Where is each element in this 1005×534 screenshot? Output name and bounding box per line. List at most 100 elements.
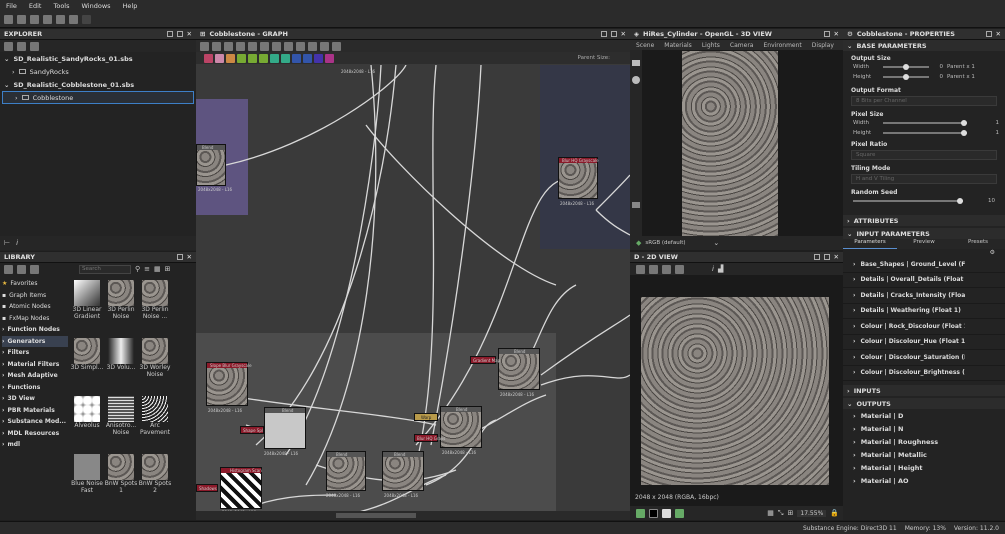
node-text-icon[interactable] [226,53,235,63]
node-shadows[interactable]: Shadows [196,484,218,492]
search-icon[interactable] [248,41,257,51]
pin-icon[interactable] [813,254,820,260]
save-package-icon[interactable] [30,42,39,51]
snap-icon[interactable] [332,41,341,51]
category-mesh-adaptive[interactable]: › Mesh Adaptive [2,370,68,382]
tab-parameters[interactable]: Parameters [843,239,897,249]
tiling-mode-select[interactable]: H and V Tiling [851,174,997,184]
thumb-3d-perlin-noise[interactable]: 3D Perlin Noise [104,280,138,338]
base-parameters-section[interactable]: ⌄ BASE PARAMETERS [843,40,1005,51]
param-weathering[interactable]: › Details | Weathering (Float 1) [843,304,1005,319]
node-blend-right[interactable] [382,451,424,491]
close-icon[interactable]: ✕ [187,253,192,261]
category-substance-mod[interactable]: › Substance Mod... [2,416,68,428]
lock-icon[interactable]: 🔒 [830,509,843,517]
param-rock-discolour[interactable]: › Colour | Rock_Discolour (Float 1) [843,319,1005,335]
pin-icon[interactable] [166,31,173,37]
tab-scene[interactable]: Scene [636,42,654,49]
new-graph-icon[interactable] [17,15,26,24]
menu-tools[interactable]: Tools [53,2,69,10]
settings-icon[interactable] [30,15,39,24]
node-blur-icon[interactable] [270,53,279,63]
node-blur-hq-grays[interactable]: Blur HQ Grays [414,434,445,442]
camera-icon[interactable] [224,41,233,51]
category-pbr-materials[interactable]: › PBR Materials [2,405,68,417]
thumb-3d-worley-noise[interactable]: 3D Worley Noise [138,338,172,396]
close-icon[interactable]: ✕ [834,253,839,261]
node-blend-mid[interactable] [264,407,306,449]
node-warp-icon[interactable] [281,53,290,63]
thumb-3d-simplex[interactable]: 3D Simpl... [70,338,104,396]
channels-icon[interactable] [636,508,645,518]
close-icon[interactable]: ✕ [834,30,839,38]
tab-lights[interactable]: Lights [702,42,720,49]
output-material-n[interactable]: › Material | N [843,422,1005,435]
category-fxmap-nodes[interactable]: ▪ FxMap Nodes [2,313,68,325]
category-3d-view[interactable]: › 3D View [2,393,68,405]
new-icon[interactable] [4,15,13,24]
category-atomic-nodes[interactable]: ▪ Atomic Nodes [2,301,68,313]
pixel-ratio-select[interactable]: Square [851,150,997,160]
node-slope-blur[interactable] [206,362,248,406]
output-height-slider[interactable] [883,74,929,80]
chevron-down-icon[interactable]: ⌄ [713,239,719,247]
output-material-ao[interactable]: › Material | AO [843,474,1005,487]
node-blend-top[interactable] [196,144,226,186]
thumb-alveolus[interactable]: Alveolus [70,396,104,454]
category-favorites[interactable]: ★ Favorites [2,278,68,290]
node-blend-icon[interactable] [259,53,268,63]
library-edit-icon[interactable] [30,264,39,274]
chevron-right-icon[interactable]: › [12,68,15,76]
select-icon[interactable] [200,41,209,51]
black-bg-icon[interactable] [649,508,658,518]
random-seed-slider[interactable] [853,198,963,204]
output-material-height[interactable]: › Material | Height [843,461,1005,474]
tab-camera[interactable]: Camera [730,42,754,49]
node-blend-output[interactable] [498,348,540,390]
add-icon[interactable]: ⊞ [165,265,171,273]
node-svg-icon[interactable] [215,53,224,63]
frame-icon[interactable] [284,41,293,51]
maximize-icon[interactable] [823,254,830,260]
layers-icon[interactable] [636,264,645,274]
info-icon[interactable]: i [16,239,18,247]
params-gear-icon[interactable]: ⚙ [843,249,1005,257]
node-normal-icon[interactable] [292,53,301,63]
node-output-icon[interactable] [325,53,334,63]
menu-help[interactable]: Help [123,2,138,10]
output-format-select[interactable]: 8 Bits per Channel [851,96,997,106]
node-shape-splatter[interactable]: Shape Spl [240,426,264,434]
redo-icon[interactable] [82,15,91,24]
thumb-bnw-spots-1[interactable]: BnW Spots 1 [104,454,138,512]
info-icon[interactable] [236,41,245,51]
pin-icon[interactable] [985,31,992,37]
node-pixel-icon[interactable] [314,53,323,63]
output-width-slider[interactable] [883,64,929,70]
copy-icon[interactable] [662,264,671,274]
new-package-icon[interactable] [4,42,13,51]
parent-size-label[interactable]: Parent Size: [578,55,631,61]
open-icon[interactable] [43,15,52,24]
open-package-icon[interactable] [17,42,26,51]
tree-icon[interactable]: ⊢ [4,239,10,247]
param-discolour-brightness[interactable]: ›Colour | Discolour_Brightness (Float 1) [843,366,1005,381]
2d-texture-view[interactable] [641,297,829,485]
tree-item-sandyrocks[interactable]: › SandyRocks [0,65,196,78]
menu-windows[interactable]: Windows [82,2,111,10]
link-icon[interactable] [272,41,281,51]
save-icon[interactable] [56,15,65,24]
chevron-down-icon[interactable]: ⌄ [4,55,9,63]
chevron-right-icon[interactable]: › [15,94,18,102]
node-bitmap-icon[interactable] [204,53,213,63]
node-histogram-scan[interactable] [220,467,262,509]
save-icon[interactable] [649,264,658,274]
output-width-parent[interactable]: Parent x 1 [947,64,975,70]
undo-icon[interactable] [69,15,78,24]
grid-icon[interactable] [320,41,329,51]
attributes-section[interactable]: › ATTRIBUTES [843,215,1005,226]
param-cracks-intensity[interactable]: ›Details | Cracks_Intensity (Float 1) [843,288,1005,304]
category-functions[interactable]: › Functions [2,382,68,394]
tile-icon[interactable] [675,264,684,274]
node-blend-upper-right[interactable] [440,406,482,448]
thumb-arc-pavement[interactable]: Arc Pavement [138,396,172,454]
